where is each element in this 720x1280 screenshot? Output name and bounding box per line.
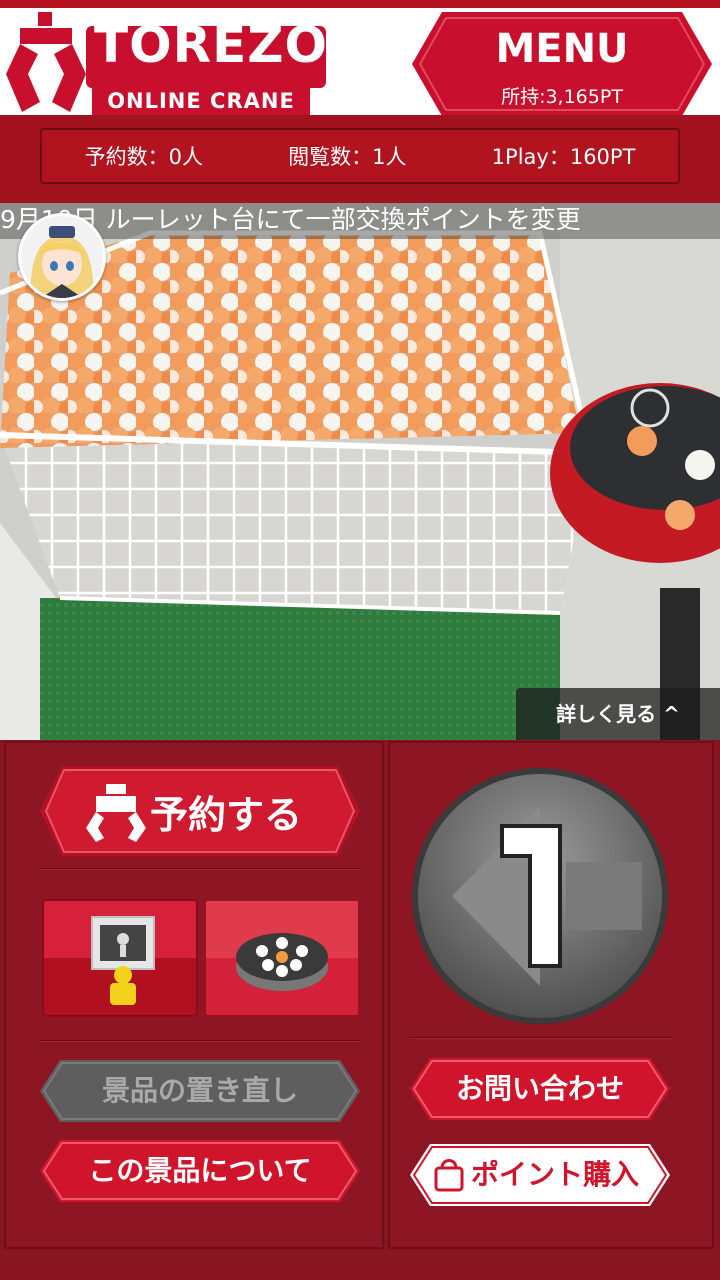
logo-subtitle: ONLINE CRANE — [98, 86, 304, 116]
buy-points-button[interactable]: ポイント購入 — [410, 1144, 670, 1206]
points-balance: 所持:3,165PT — [501, 86, 623, 108]
contact-button[interactable]: お問い合わせ — [410, 1058, 670, 1120]
reposition-prize-button[interactable]: 景品の置き直し — [40, 1060, 360, 1122]
divider — [410, 1037, 672, 1039]
crane-machine-icon — [91, 916, 155, 1005]
reserve-button[interactable]: 予約する — [40, 766, 360, 856]
reposition-label: 景品の置き直し — [101, 1074, 298, 1107]
buy-points-label: ポイント購入 — [470, 1158, 639, 1191]
contact-label: お問い合わせ — [455, 1072, 624, 1105]
staff-avatar — [18, 213, 106, 301]
logo-wordmark: TOREZO — [94, 16, 329, 74]
divider — [40, 868, 360, 870]
divider — [40, 1040, 360, 1042]
app-header: TOREZO ONLINE CRANE MENU 所持:3,165PT — [0, 0, 720, 116]
roulette-view-button[interactable] — [204, 899, 360, 1017]
play-direction-button[interactable] — [410, 766, 670, 1026]
play-cost: 1Play：160PT — [491, 145, 636, 169]
reservation-count: 予約数：0人 — [84, 145, 203, 169]
reserve-label: 予約する — [150, 793, 303, 837]
camera-switch-button[interactable] — [42, 899, 198, 1017]
torezo-logo[interactable]: TOREZO ONLINE CRANE — [6, 12, 336, 116]
details-button[interactable]: 詳しく見る ^ — [516, 688, 720, 740]
live-video-feed: 9月10日 ルーレット台にて一部交換ポイントを変更 詳しく見る ^ — [0, 203, 720, 740]
about-prize-label: この景品について — [88, 1154, 312, 1187]
viewer-count: 閲覧数：1人 — [288, 145, 407, 169]
menu-button[interactable]: MENU 所持:3,165PT — [412, 12, 712, 116]
stats-bar: 予約数：0人 閲覧数：1人 1Play：160PT — [0, 115, 720, 203]
camera-view-image — [0, 203, 720, 740]
roulette-icon — [236, 933, 328, 991]
about-prize-button[interactable]: この景品について — [40, 1140, 360, 1202]
menu-label: MENU — [495, 26, 629, 72]
news-ticker: 9月10日 ルーレット台にて一部交換ポイントを変更 — [0, 203, 720, 239]
